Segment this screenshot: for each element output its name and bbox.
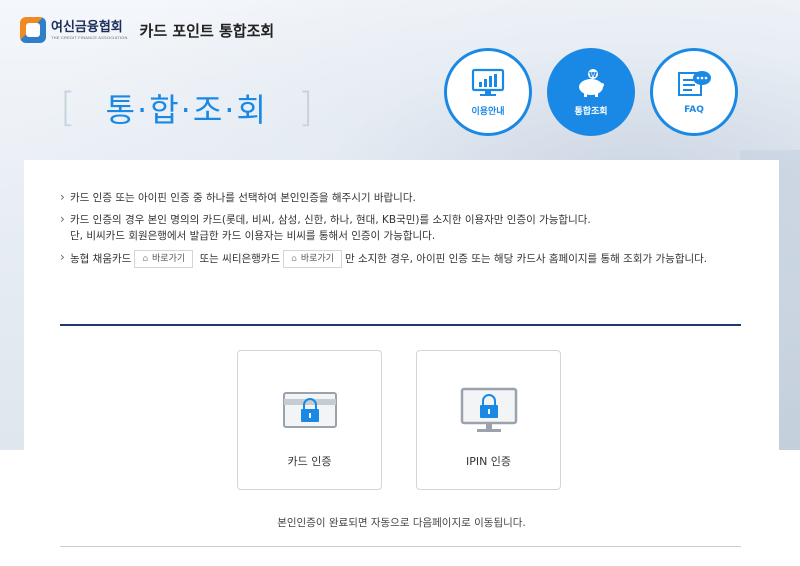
notice-text: 카드 인증의 경우 본인 명의의 카드(롯데, 비씨, 삼성, 신한, 하나, … [70, 214, 591, 226]
main-nav: 이용안내 ₩ 통합조회 FAQ [444, 48, 753, 136]
page-title: 통·합·조·회 [105, 91, 268, 129]
notice-text: 농협 채움카드 [70, 253, 132, 265]
heading-bracket-left: [ [60, 85, 76, 131]
ipin-auth-button[interactable]: IPIN 인증 [416, 350, 561, 490]
page-heading: [ 통·합·조·회 ] [60, 80, 314, 136]
notice-text: 또는 씨티은행카드 [199, 253, 281, 265]
chart-monitor-icon [471, 68, 505, 96]
notice-list: 카드 인증 또는 아이핀 인증 중 하나를 선택하여 본인인증을 해주시기 바랍… [60, 189, 750, 274]
card-auth-label: 카드 인증 [287, 455, 332, 468]
logo-title: 여신금융협회 [51, 19, 123, 35]
notice-item: 농협 채움카드⌂바로가기 또는 씨티은행카드⌂바로가기만 소지한 경우, 아이핀… [60, 249, 750, 268]
app-title: 카드 포인트 통합조회 [139, 21, 275, 40]
notice-text: 만 소지한 경우, 아이핀 인증 또는 해당 카드사 홈페이지를 통해 조회가 … [344, 253, 708, 265]
association-logo-icon[interactable] [20, 17, 46, 43]
ipin-auth-label: IPIN 인증 [465, 455, 512, 468]
section-divider [60, 324, 741, 326]
heading-bracket-right: ] [297, 85, 314, 131]
content-panel: 카드 인증 또는 아이핀 인증 중 하나를 선택하여 본인인증을 해주시기 바랍… [24, 160, 779, 566]
citibank-goto-button[interactable]: ⌂ 바로가기 [283, 250, 342, 268]
card-auth-button[interactable]: 카드 인증 [237, 350, 382, 490]
monitor-lock-icon [460, 387, 517, 432]
notice-item: 카드 인증의 경우 본인 명의의 카드(롯데, 비씨, 삼성, 신한, 하나, … [60, 211, 750, 244]
home-icon: ⌂ [291, 254, 297, 264]
home-icon: ⌂ [142, 254, 149, 264]
redirect-notice: 본인인증이 완료되면 자동으로 다음페이지로 이동됩니다. [277, 517, 526, 529]
nav-integrated-search[interactable]: ₩ 통합조회 [547, 48, 635, 136]
notice-item: 카드 인증 또는 아이핀 인증 중 하나를 선택하여 본인인증을 해주시기 바랍… [60, 189, 750, 206]
notice-text: 카드 인증 또는 아이핀 인증 중 하나를 선택하여 본인인증을 해주시기 바랍… [70, 192, 416, 204]
goto-label: 바로가기 [300, 254, 334, 264]
bottom-divider [60, 546, 741, 547]
nav-label: 이용안내 [471, 106, 505, 117]
notice-text: 단, 비씨카드 회원은행에서 발급한 카드 이용자는 비씨를 통해서 인증이 가… [70, 230, 436, 242]
nav-label: 통합조회 [574, 106, 608, 117]
goto-label: 바로가기 [152, 254, 186, 264]
svg-text:₩: ₩ [589, 71, 597, 79]
piggy-bank-icon: ₩ [579, 68, 604, 97]
nav-label: FAQ [684, 105, 704, 115]
nav-usage-guide[interactable]: 이용안내 [444, 48, 532, 136]
logo-subtitle: THE CREDIT FINANCE ASSOCIATION [51, 34, 128, 40]
card-lock-icon [282, 392, 337, 428]
nav-faq[interactable]: FAQ [650, 48, 738, 136]
site-header: 여신금융협회 THE CREDIT FINANCE ASSOCIATION 카드… [20, 14, 274, 46]
nonghyup-goto-button[interactable]: ⌂ 바로가기 [134, 250, 194, 268]
association-logo[interactable]: 여신금융협회 THE CREDIT FINANCE ASSOCIATION [51, 20, 128, 41]
faq-chat-icon [678, 71, 711, 96]
